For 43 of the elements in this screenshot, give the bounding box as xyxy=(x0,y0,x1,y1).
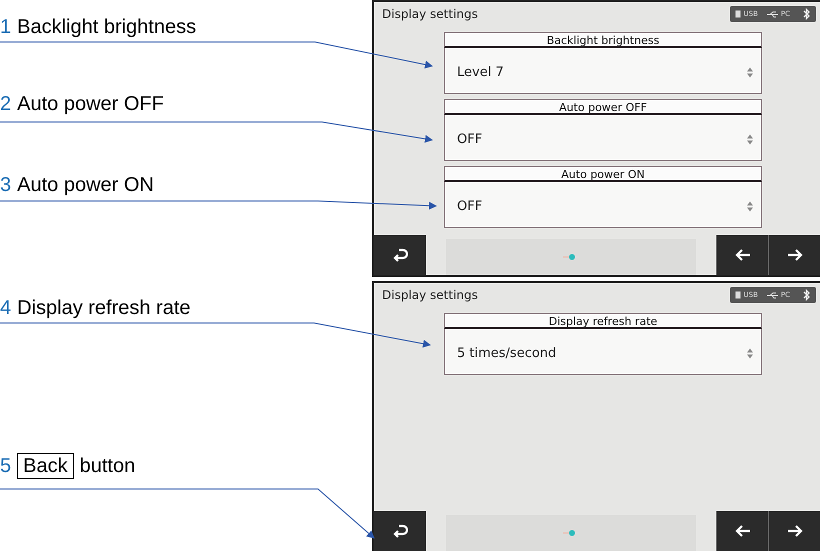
callout-number: 2 xyxy=(0,92,12,116)
right-arrow-icon xyxy=(786,524,802,538)
callout-text: Display refresh rate xyxy=(17,296,191,320)
select-field[interactable]: Level 7 xyxy=(444,48,762,94)
next-button[interactable] xyxy=(768,511,820,551)
left-arrow-icon xyxy=(734,248,750,262)
field-label: Display refresh rate xyxy=(444,313,762,329)
previous-button[interactable] xyxy=(716,511,768,551)
return-icon xyxy=(392,523,408,539)
callout-text: Auto power ON xyxy=(17,174,154,196)
callout-text: Auto power OFF xyxy=(17,92,164,116)
storage-icon xyxy=(734,10,741,18)
select-field[interactable]: OFF xyxy=(444,182,762,228)
select-field[interactable]: OFF xyxy=(444,115,762,161)
select-field[interactable]: 5 times/second xyxy=(444,329,762,375)
next-button[interactable] xyxy=(768,235,820,275)
callout-number: 5 xyxy=(0,454,12,478)
screen-title: Display settings xyxy=(382,7,478,21)
previous-button[interactable] xyxy=(716,235,768,275)
callout-number: 3 xyxy=(0,174,12,196)
left-arrow-icon xyxy=(734,524,750,538)
bluetooth-icon xyxy=(803,289,811,301)
screen-title: Display settings xyxy=(382,288,478,302)
bluetooth-icon xyxy=(803,8,811,20)
callout-number: 1 xyxy=(0,16,12,38)
back-button[interactable] xyxy=(374,511,426,551)
back-button[interactable] xyxy=(374,235,426,275)
callout-text: Backlight brightness xyxy=(17,16,196,38)
field-label: Auto power OFF xyxy=(444,99,762,115)
field-label: Backlight brightness xyxy=(444,32,762,48)
callout-text: button xyxy=(80,454,136,478)
usb-icon xyxy=(766,10,778,18)
field-label: Auto power ON xyxy=(444,166,762,182)
usb-icon xyxy=(766,292,778,298)
updown-icon xyxy=(747,134,753,145)
updown-icon xyxy=(747,201,753,212)
updown-icon xyxy=(747,348,753,359)
updown-icon xyxy=(747,67,753,78)
key-label: Back xyxy=(17,453,74,479)
callout-number: 4 xyxy=(0,296,12,320)
right-arrow-icon xyxy=(786,248,802,262)
storage-icon xyxy=(734,291,741,299)
return-icon xyxy=(392,247,408,263)
